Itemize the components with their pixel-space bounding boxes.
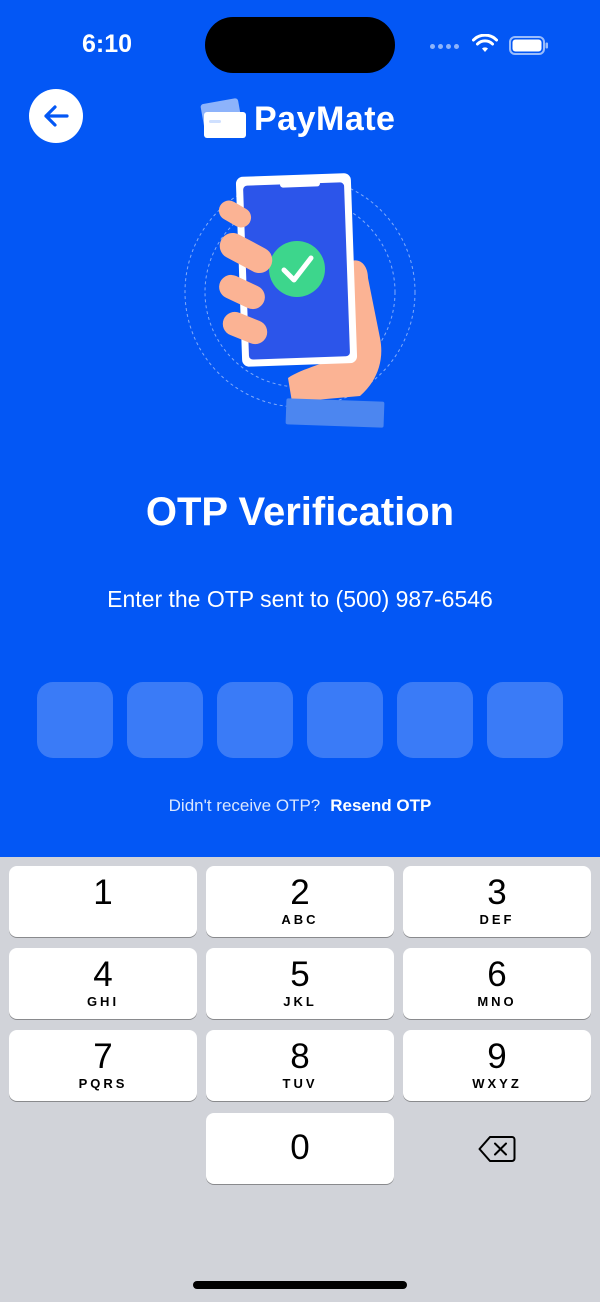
dynamic-island <box>205 17 395 73</box>
numeric-keypad: 1 2 ABC 3 DEF 4 GHI 5 JKL 6 MNO 7 PQRS 8 <box>0 857 600 1302</box>
key-7[interactable]: 7 PQRS <box>9 1030 197 1101</box>
otp-verification-screen: 6:10 PayMate OTP Verification Enter the … <box>0 0 600 1302</box>
otp-input-group <box>37 682 563 758</box>
delete-backspace-icon <box>478 1135 516 1162</box>
otp-digit-input[interactable] <box>487 682 563 758</box>
key-digit: 0 <box>290 1128 310 1167</box>
otp-digit-input[interactable] <box>217 682 293 758</box>
key-2[interactable]: 2 ABC <box>206 866 394 937</box>
cellular-signal-icon <box>430 44 459 49</box>
otp-digit-input[interactable] <box>127 682 203 758</box>
key-letters: PQRS <box>78 1076 128 1091</box>
key-digit: 4 <box>93 955 113 994</box>
key-digit: 6 <box>487 955 507 994</box>
otp-instruction: Enter the OTP sent to (500) 987-6546 <box>107 586 493 612</box>
key-letters: DEF <box>479 912 515 927</box>
key-letters: MNO <box>477 994 517 1009</box>
home-indicator[interactable] <box>193 1281 407 1289</box>
phone-check-illustration <box>184 173 416 428</box>
back-arrow-icon <box>44 105 69 127</box>
key-6[interactable]: 6 MNO <box>403 948 591 1019</box>
key-8[interactable]: 8 TUV <box>206 1030 394 1101</box>
brand-logo: PayMate <box>198 92 395 146</box>
key-9[interactable]: 9 WXYZ <box>403 1030 591 1101</box>
resend-prompt: Didn't receive OTP? <box>168 796 321 815</box>
key-digit: 9 <box>487 1037 507 1076</box>
wallet-cards-icon <box>200 98 246 138</box>
key-letters: WXYZ <box>472 1076 522 1091</box>
key-5[interactable]: 5 JKL <box>206 948 394 1019</box>
otp-digit-input[interactable] <box>307 682 383 758</box>
key-digit: 8 <box>290 1037 310 1076</box>
otp-digit-input[interactable] <box>397 682 473 758</box>
battery-icon <box>509 36 548 55</box>
key-letters: ABC <box>281 912 319 927</box>
resend-otp-link[interactable]: Resend OTP <box>330 796 431 815</box>
key-0[interactable]: 0 <box>206 1113 394 1184</box>
key-digit: 2 <box>290 873 310 912</box>
delete-key[interactable] <box>403 1113 591 1184</box>
status-time: 6:10 <box>82 30 133 58</box>
key-letters: TUV <box>282 1076 318 1091</box>
key-4[interactable]: 4 GHI <box>9 948 197 1019</box>
otp-digit-input[interactable] <box>37 682 113 758</box>
key-digit: 1 <box>93 873 113 912</box>
key-1[interactable]: 1 <box>9 866 197 937</box>
key-3[interactable]: 3 DEF <box>403 866 591 937</box>
key-letters: JKL <box>283 994 317 1009</box>
key-letters: GHI <box>86 994 120 1009</box>
back-button[interactable] <box>29 89 83 143</box>
brand-name: PayMate <box>254 99 396 138</box>
page-title: OTP Verification <box>145 490 455 534</box>
wifi-icon <box>472 34 498 52</box>
key-digit: 5 <box>290 955 310 994</box>
key-digit: 7 <box>93 1037 113 1076</box>
resend-row: Didn't receive OTP? Resend OTP <box>0 796 600 816</box>
key-digit: 3 <box>487 873 507 912</box>
